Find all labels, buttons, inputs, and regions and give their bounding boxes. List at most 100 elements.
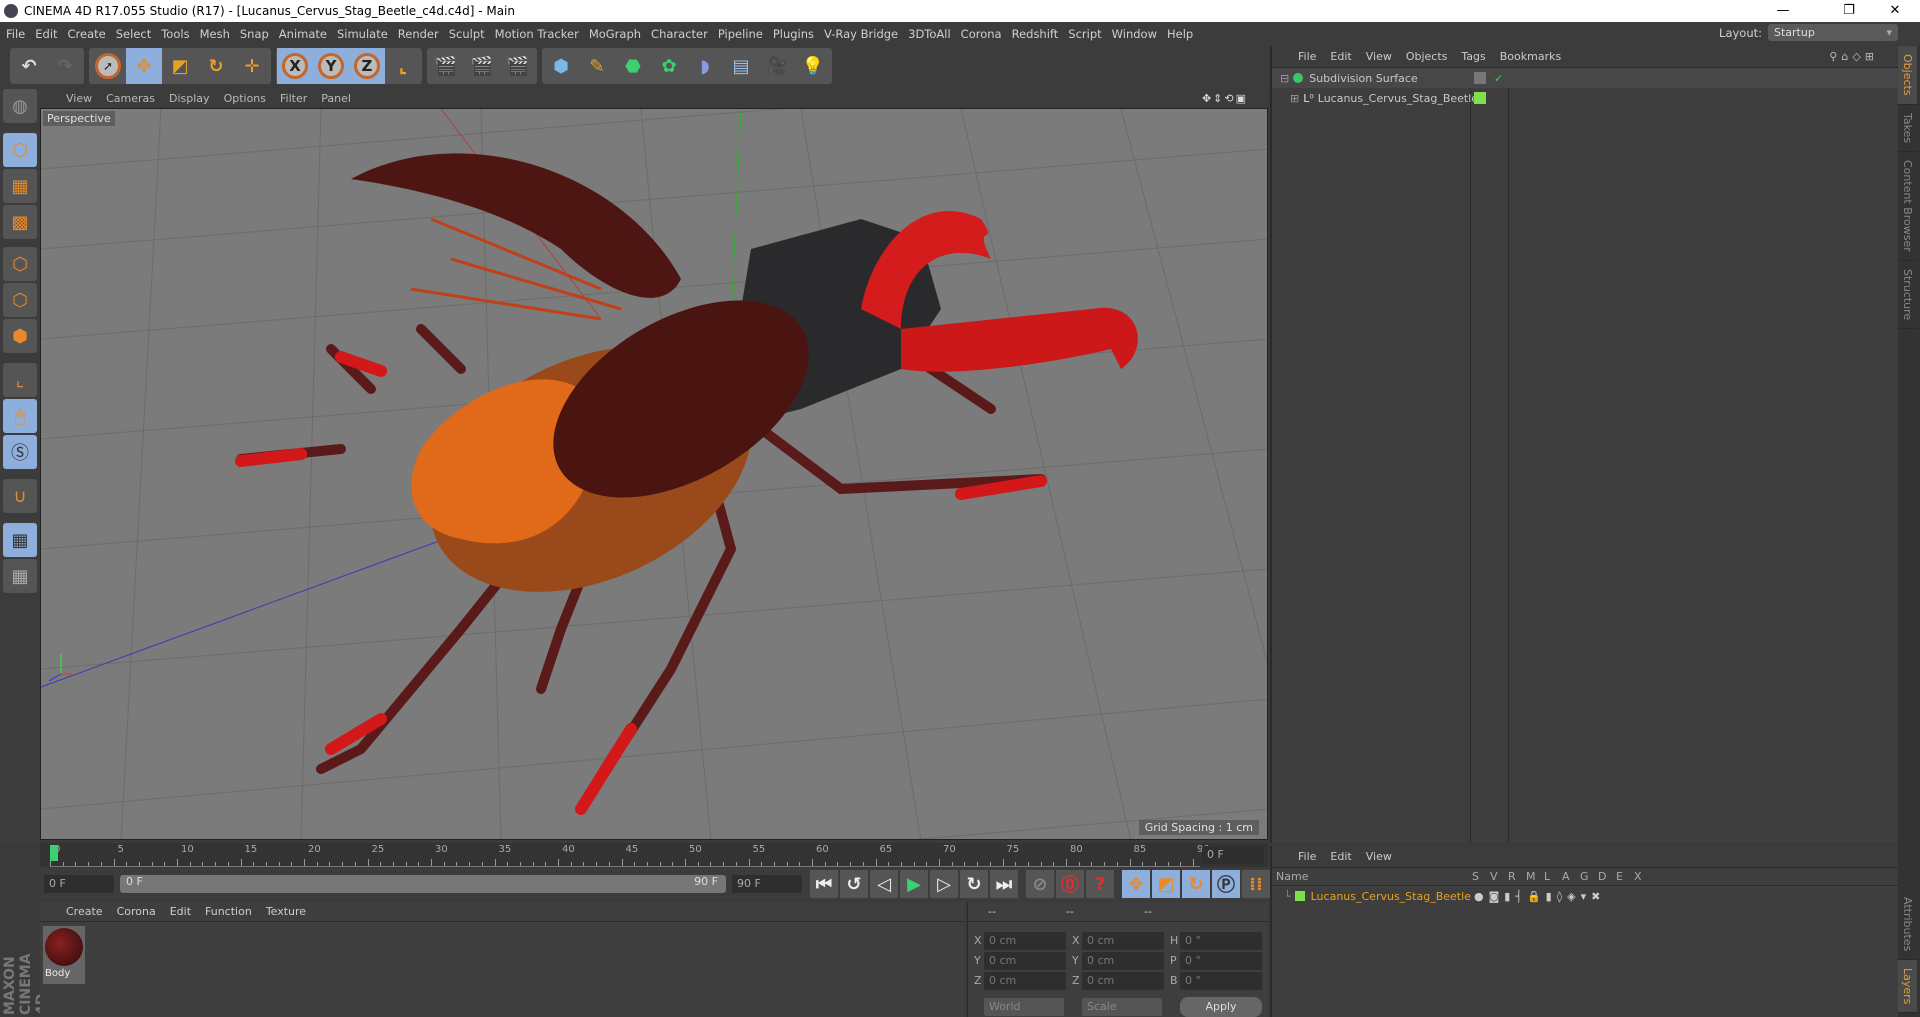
material-menu-texture[interactable]: Texture (266, 905, 306, 918)
points-mode-icon[interactable]: ⬡ (3, 247, 37, 281)
start-frame-field[interactable]: 0 F (44, 875, 114, 893)
menu-corona[interactable]: Corona (961, 27, 1002, 41)
keyframe-selection-icon[interactable]: ? (1086, 870, 1114, 898)
coord-value-field[interactable]: 0 ° (1180, 932, 1262, 950)
workplane-lock-icon[interactable]: ▦ (3, 523, 37, 557)
next-frame-icon[interactable]: ▷ (930, 870, 958, 898)
tab-attributes[interactable]: Attributes (1898, 889, 1917, 960)
light-icon[interactable]: 💡 (795, 48, 831, 84)
menu-plugins[interactable]: Plugins (773, 27, 814, 41)
material-body[interactable]: Body (43, 926, 85, 984)
layer-column-g[interactable]: G (1580, 870, 1589, 883)
tab-content-browser[interactable]: Content Browser (1898, 152, 1917, 261)
layer-column-r[interactable]: R (1508, 870, 1516, 883)
menu-sculpt[interactable]: Sculpt (449, 27, 485, 41)
menu-create[interactable]: Create (68, 27, 106, 41)
objects-menu-file[interactable]: File (1298, 50, 1316, 63)
cloner-icon[interactable]: ✿ (651, 48, 687, 84)
viewport-menu-filter[interactable]: Filter (280, 92, 307, 105)
material-menu-function[interactable]: Function (205, 905, 252, 918)
maximize-button[interactable]: ❐ (1826, 0, 1872, 22)
menu-mograph[interactable]: MoGraph (589, 27, 641, 41)
viewport-menu-options[interactable]: Options (224, 92, 266, 105)
coord-mode-dropdown[interactable]: Scale (1082, 998, 1162, 1016)
menu-motion-tracker[interactable]: Motion Tracker (495, 27, 579, 41)
camera-icon[interactable]: 🎥 (759, 48, 795, 84)
material-menu-create[interactable]: Create (66, 905, 103, 918)
coord-value-field[interactable]: 0 cm (1082, 952, 1164, 970)
move-tool-icon[interactable]: ✥ (126, 48, 162, 84)
minimize-button[interactable]: — (1760, 0, 1806, 22)
menu-select[interactable]: Select (116, 27, 151, 41)
tab-structure[interactable]: Structure (1898, 261, 1917, 329)
coord-value-field[interactable]: 0 cm (984, 952, 1066, 970)
record-keys-icon[interactable]: ⊘ (1026, 870, 1054, 898)
transform-tool-icon[interactable]: ✛ (234, 48, 270, 84)
expand-icon[interactable]: ⊞ (1290, 92, 1299, 105)
select-tool-icon[interactable]: ➚ (90, 48, 126, 84)
key-scale-icon[interactable]: ◩ (1152, 870, 1180, 898)
tweak-mode-icon[interactable]: 🖱 (3, 399, 37, 433)
layer-column-v[interactable]: V (1490, 870, 1498, 883)
playhead[interactable] (50, 845, 58, 861)
objects-menu-view[interactable]: View (1366, 50, 1392, 63)
go-to-start-icon[interactable]: ⏮ (810, 870, 838, 898)
object-row-beetle[interactable]: ⊞ L⁰ Lucanus_Cervus_Stag_Beetle (1272, 88, 1898, 108)
x-axis-lock-button[interactable]: X (277, 48, 313, 84)
timeline-ruler[interactable]: 051015202530354045505560657075808590 0 F (40, 843, 1268, 867)
menu-render[interactable]: Render (398, 27, 439, 41)
tab-layers[interactable]: Layers (1898, 960, 1917, 1014)
cube-object-icon[interactable]: ⬢ (543, 48, 579, 84)
menu-window[interactable]: Window (1112, 27, 1157, 41)
viewport-menu-cameras[interactable]: Cameras (106, 92, 155, 105)
layout-dropdown[interactable]: Startup (1768, 24, 1898, 41)
menu-edit[interactable]: Edit (35, 27, 57, 41)
menu-snap[interactable]: Snap (240, 27, 269, 41)
scale-tool-icon[interactable]: ◩ (162, 48, 198, 84)
coord-value-field[interactable]: 0 ° (1180, 952, 1262, 970)
layer-row[interactable]: └ Lucanus_Cervus_Stag_Beetle ●◙▮┤🔒▮◊◈▾✖ (1272, 886, 1898, 906)
enabled-check-icon[interactable]: ✓ (1494, 72, 1503, 85)
render-view-icon[interactable]: 🎬 (428, 48, 464, 84)
layer-toggle-icons[interactable]: ●◙▮┤🔒▮◊◈▾✖ (1474, 890, 1605, 903)
menu-help[interactable]: Help (1167, 27, 1193, 41)
coord-value-field[interactable]: 0 cm (1082, 932, 1164, 950)
menu-tools[interactable]: Tools (161, 27, 189, 41)
collapse-icon[interactable]: ⊟ (1280, 72, 1289, 85)
current-frame-field[interactable]: 0 F (1202, 846, 1264, 864)
layer-column-name[interactable]: Name (1276, 870, 1308, 883)
layers-menu-edit[interactable]: Edit (1330, 850, 1351, 863)
autokey-icon[interactable]: ⓪ (1056, 870, 1084, 898)
menu-animate[interactable]: Animate (279, 27, 327, 41)
objects-search-home-icons[interactable]: ⚲⌂◇⊞ (1829, 50, 1878, 63)
viewport-menu-view[interactable]: View (66, 92, 92, 105)
layer-column-d[interactable]: D (1598, 870, 1606, 883)
coord-value-field[interactable]: 0 cm (984, 932, 1066, 950)
render-settings-icon[interactable]: 🎬 (500, 48, 536, 84)
objects-menu-objects[interactable]: Objects (1406, 50, 1448, 63)
objects-menu-bookmarks[interactable]: Bookmarks (1500, 50, 1561, 63)
layers-menu-file[interactable]: File (1298, 850, 1316, 863)
layers-menu-view[interactable]: View (1366, 850, 1392, 863)
render-picture-viewer-icon[interactable]: 🎬 (464, 48, 500, 84)
layer-column-x[interactable]: X (1634, 870, 1642, 883)
end-frame-field[interactable]: 90 F (732, 875, 802, 893)
objects-menu-edit[interactable]: Edit (1330, 50, 1351, 63)
menu-character[interactable]: Character (651, 27, 708, 41)
snap-icon[interactable]: Ⓢ (3, 435, 37, 469)
coord-value-field[interactable]: 0 cm (1082, 972, 1164, 990)
play-icon[interactable]: ▶ (900, 870, 928, 898)
prev-key-icon[interactable]: ↺ (840, 870, 868, 898)
key-position-icon[interactable]: ✥ (1122, 870, 1150, 898)
layer-column-l[interactable]: L (1544, 870, 1550, 883)
viewport-menu-panel[interactable]: Panel (321, 92, 351, 105)
axis-mode-icon[interactable]: ⌞ (3, 363, 37, 397)
menu-pipeline[interactable]: Pipeline (718, 27, 763, 41)
material-menu-corona[interactable]: Corona (117, 905, 156, 918)
edges-mode-icon[interactable]: ⬡ (3, 283, 37, 317)
menu-vray-bridge[interactable]: V-Ray Bridge (824, 27, 898, 41)
menu-mesh[interactable]: Mesh (200, 27, 230, 41)
key-pla-icon[interactable]: ⁞⁞ (1242, 870, 1270, 898)
pen-spline-icon[interactable]: ✎ (579, 48, 615, 84)
coord-system-dropdown[interactable]: World (984, 998, 1064, 1016)
